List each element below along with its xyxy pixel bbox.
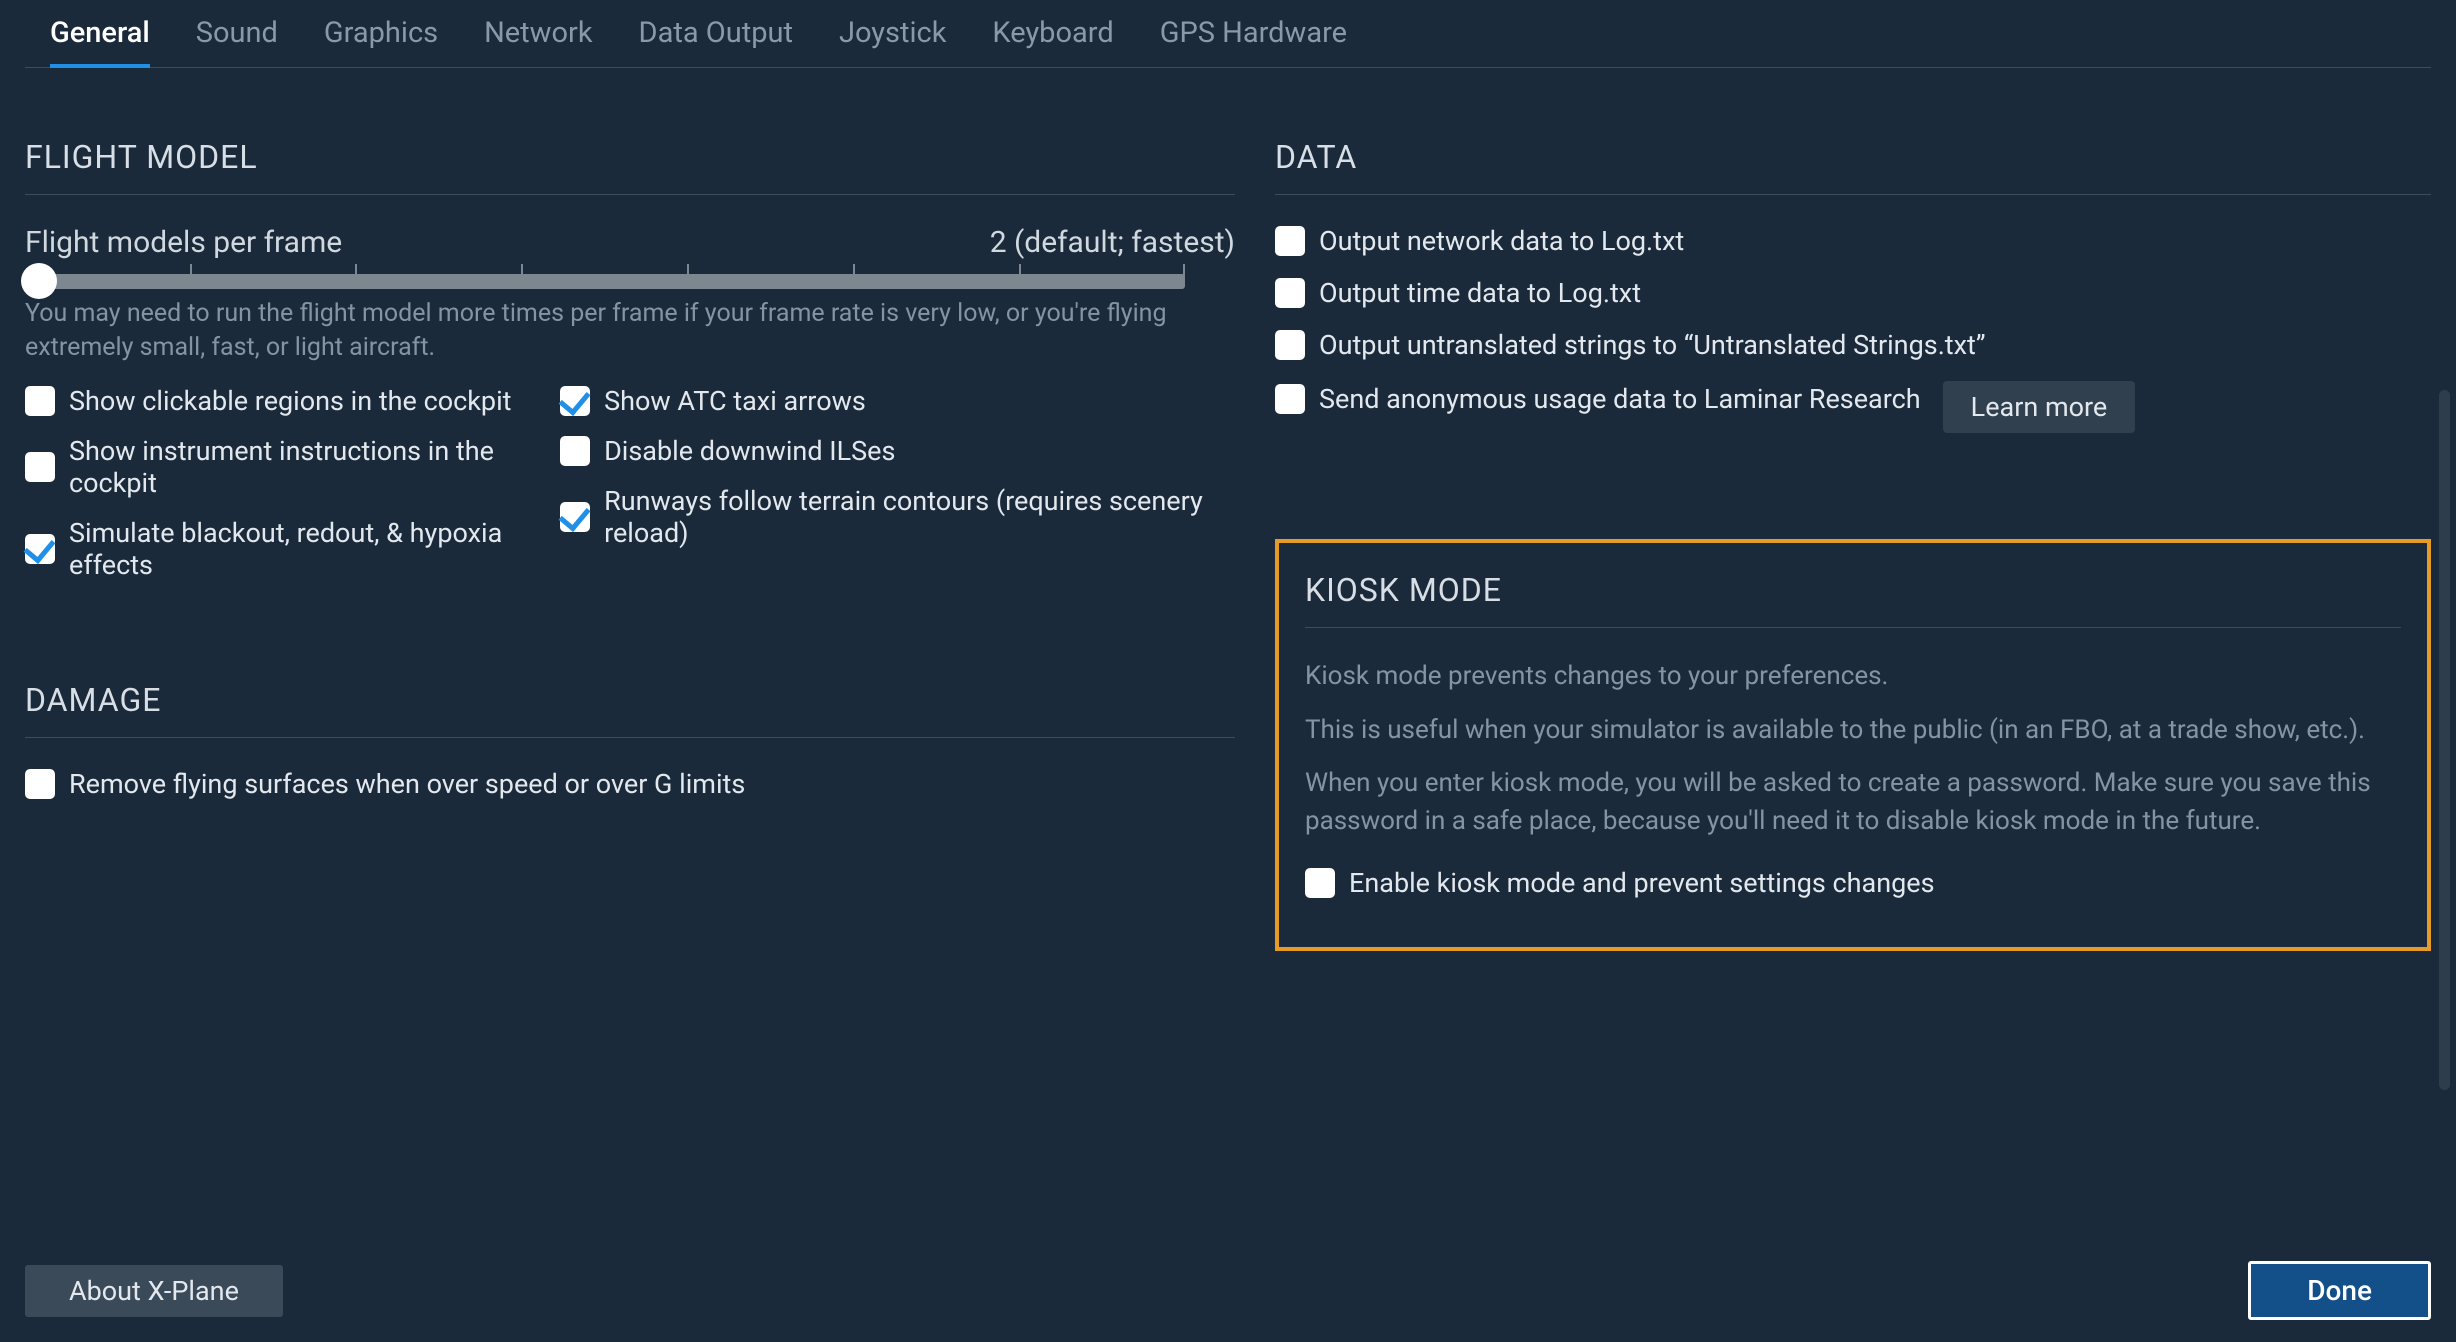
kiosk-title: KIOSK MODE [1305, 571, 2401, 628]
slider-value: 2 (default; fastest) [990, 225, 1235, 260]
flight-model-checks: Show clickable regions in the cockpit Sho… [25, 385, 1235, 581]
checkbox-icon[interactable] [1275, 226, 1305, 256]
tab-data-output[interactable]: Data Output [639, 10, 793, 67]
left-column: FLIGHT MODEL Flight models per frame 2 (… [25, 138, 1235, 951]
right-column: DATA Output network data to Log.txtOutpu… [1275, 138, 2431, 951]
flight-model-section: FLIGHT MODEL Flight models per frame 2 (… [25, 138, 1235, 581]
checkbox-label: Remove flying surfaces when over speed o… [69, 768, 745, 800]
settings-tabs: General Sound Graphics Network Data Output Jo… [25, 0, 2431, 68]
done-button[interactable]: Done [2248, 1261, 2431, 1320]
slider-header: Flight models per frame 2 (default; fast… [25, 225, 1235, 260]
data-check-2[interactable]: Output untranslated strings to “Untransl… [1275, 329, 2431, 361]
checkbox-label: Send anonymous usage data to Laminar Res… [1319, 383, 1921, 415]
anon-usage-row: Send anonymous usage data to Laminar Res… [1275, 381, 2431, 433]
data-check-1[interactable]: Output time data to Log.txt [1275, 277, 2431, 309]
checkbox-label: Enable kiosk mode and prevent settings c… [1349, 867, 1935, 899]
checkbox-label: Show ATC taxi arrows [604, 385, 866, 417]
slider-label: Flight models per frame [25, 225, 342, 260]
tab-sound[interactable]: Sound [196, 10, 278, 67]
checkbox-icon[interactable] [560, 436, 590, 466]
slider-help-text: You may need to run the flight model mor… [25, 297, 1185, 365]
settings-window: General Sound Graphics Network Data Output Jo… [0, 0, 2456, 1342]
checkbox-label: Show instrument instructions in the cock… [69, 435, 540, 499]
tab-gps-hardware[interactable]: GPS Hardware [1160, 10, 1347, 67]
flight-model-title: FLIGHT MODEL [25, 138, 1235, 195]
data-checks: Output network data to Log.txt Output tim… [1275, 225, 2431, 361]
kiosk-enable-check[interactable]: Enable kiosk mode and prevent settings c… [1305, 867, 2401, 899]
kiosk-desc-3: When you enter kiosk mode, you will be a… [1305, 765, 2401, 840]
footer: About X-Plane Done [25, 1261, 2431, 1320]
checkbox-icon[interactable] [560, 386, 590, 416]
flight-model-checks-col-b: Show ATC taxi arrows Disable downwind ILS… [560, 385, 1235, 581]
checkbox-label: Output network data to Log.txt [1319, 225, 1684, 257]
checkbox-icon[interactable] [560, 502, 590, 532]
flight-model-check-b-0[interactable]: Show ATC taxi arrows [560, 385, 1235, 417]
tab-general[interactable]: General [50, 10, 150, 68]
tab-keyboard[interactable]: Keyboard [992, 10, 1113, 67]
checkbox-label: Simulate blackout, redout, & hypoxia eff… [69, 517, 540, 581]
flight-model-check-b-2[interactable]: Runways follow terrain contours (require… [560, 485, 1235, 549]
flight-model-check-b-1[interactable]: Disable downwind ILSes [560, 435, 1235, 467]
tab-network[interactable]: Network [484, 10, 592, 67]
checkbox-label: Output time data to Log.txt [1319, 277, 1641, 309]
checkbox-label: Disable downwind ILSes [604, 435, 895, 467]
data-title: DATA [1275, 138, 2431, 195]
checkbox-icon[interactable] [1275, 330, 1305, 360]
checkbox-label: Runways follow terrain contours (require… [604, 485, 1235, 549]
data-section: DATA Output network data to Log.txtOutpu… [1275, 138, 2431, 433]
settings-body: FLIGHT MODEL Flight models per frame 2 (… [25, 68, 2431, 951]
damage-title: DAMAGE [25, 681, 1235, 738]
flight-model-checks-col-a: Show clickable regions in the cockpit Sho… [25, 385, 540, 581]
kiosk-check-container: Enable kiosk mode and prevent settings c… [1305, 867, 2401, 899]
damage-section: DAMAGE Remove flying surfaces when over … [25, 681, 1235, 800]
kiosk-desc-2: This is useful when your simulator is av… [1305, 712, 2401, 750]
tab-graphics[interactable]: Graphics [324, 10, 438, 67]
flight-model-check-a-0[interactable]: Show clickable regions in the cockpit [25, 385, 540, 417]
scrollbar-thumb[interactable] [2439, 390, 2450, 1090]
checkbox-icon[interactable] [25, 534, 55, 564]
checkbox-icon[interactable] [25, 769, 55, 799]
damage-remove-surfaces-check[interactable]: Remove flying surfaces when over speed o… [25, 768, 1235, 800]
checkbox-label: Output untranslated strings to “Untransl… [1319, 329, 1986, 361]
data-check-0[interactable]: Output network data to Log.txt [1275, 225, 2431, 257]
kiosk-mode-section: KIOSK MODE Kiosk mode prevents changes t… [1275, 539, 2431, 951]
checkbox-icon[interactable] [25, 452, 55, 482]
checkbox-icon[interactable] [1275, 384, 1305, 414]
checkbox-icon[interactable] [1275, 278, 1305, 308]
about-button[interactable]: About X-Plane [25, 1265, 283, 1317]
checkbox-label: Show clickable regions in the cockpit [69, 385, 511, 417]
learn-more-button[interactable]: Learn more [1943, 381, 2136, 433]
anon-usage-check[interactable]: Send anonymous usage data to Laminar Res… [1275, 383, 1921, 415]
checkbox-icon[interactable] [25, 386, 55, 416]
flight-model-check-a-2[interactable]: Simulate blackout, redout, & hypoxia eff… [25, 517, 540, 581]
anon-usage-check-container: Send anonymous usage data to Laminar Res… [1275, 383, 1921, 431]
tab-joystick[interactable]: Joystick [839, 10, 946, 67]
flight-model-check-a-1[interactable]: Show instrument instructions in the cock… [25, 435, 540, 499]
checkbox-icon[interactable] [1305, 868, 1335, 898]
damage-check-container: Remove flying surfaces when over speed o… [25, 768, 1235, 800]
flight-models-slider[interactable] [25, 274, 1185, 289]
slider-thumb[interactable] [21, 263, 57, 299]
kiosk-desc-1: Kiosk mode prevents changes to your pref… [1305, 658, 2401, 696]
